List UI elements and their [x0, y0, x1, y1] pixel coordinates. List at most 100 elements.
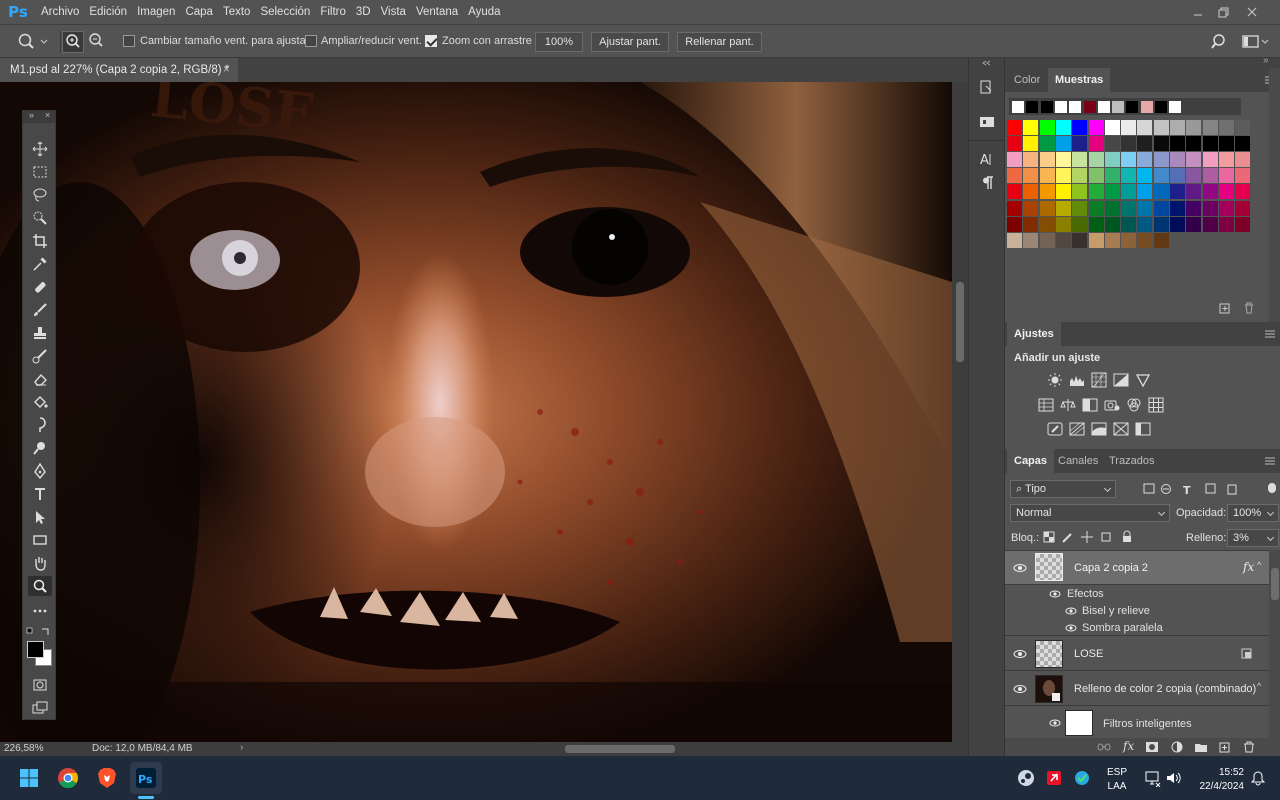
color-swatch[interactable] [1121, 232, 1137, 248]
color-swatch[interactable] [1007, 200, 1022, 216]
color-swatch[interactable] [1186, 136, 1202, 152]
color-lookup-icon[interactable] [1148, 397, 1164, 413]
color-swatch[interactable] [1055, 120, 1071, 135]
color-swatch[interactable] [1039, 184, 1055, 200]
menu-seleccion[interactable]: Selección [255, 0, 315, 24]
swatches-scrollbar[interactable] [1269, 68, 1280, 322]
drop-shadow-eye-icon[interactable] [1065, 622, 1077, 634]
tab-ajustes[interactable]: Ajustes [1007, 322, 1061, 346]
color-swatch[interactable] [1121, 136, 1137, 152]
add-mask-icon[interactable] [1145, 741, 1159, 753]
color-swatch[interactable] [1153, 184, 1169, 200]
black-white-icon[interactable] [1082, 397, 1098, 413]
color-swatch[interactable] [1235, 168, 1251, 184]
color-swatch[interactable] [1072, 232, 1088, 248]
invert-icon[interactable] [1047, 421, 1063, 437]
color-swatch[interactable] [1055, 184, 1071, 200]
color-swatch[interactable] [1104, 232, 1120, 248]
color-swatch[interactable] [1072, 120, 1088, 135]
color-swatch[interactable] [1235, 216, 1251, 232]
color-swatch[interactable] [1007, 168, 1022, 184]
recent-swatch[interactable] [1054, 101, 1067, 113]
color-swatch[interactable] [1072, 184, 1088, 200]
healing-brush-tool-icon[interactable] [28, 277, 52, 297]
color-swatch[interactable] [1039, 216, 1055, 232]
color-swatch[interactable] [1023, 184, 1039, 200]
close-window-icon[interactable] [1240, 0, 1264, 24]
color-swatch[interactable] [1039, 120, 1055, 135]
collapse-toolbox-icon[interactable]: » [29, 110, 34, 120]
close-toolbox-icon[interactable]: × [45, 110, 50, 120]
color-swatch[interactable] [1121, 168, 1137, 184]
color-swatch[interactable] [1202, 152, 1218, 168]
visibility-eye-icon[interactable] [1013, 682, 1027, 696]
zoom-all-windows-checkbox[interactable] [305, 35, 317, 47]
color-swatch[interactable] [1170, 216, 1185, 232]
search-icon[interactable] [1210, 32, 1230, 52]
notifications-icon[interactable] [1242, 762, 1274, 794]
color-swatch[interactable] [1235, 200, 1251, 216]
pen-tool-icon[interactable] [28, 461, 52, 481]
color-swatch[interactable] [1104, 184, 1120, 200]
levels-icon[interactable] [1069, 372, 1085, 388]
color-swatch[interactable] [1104, 200, 1120, 216]
posterize-icon[interactable] [1069, 421, 1085, 437]
restore-icon[interactable] [1211, 0, 1235, 24]
properties-panel-icon[interactable] [978, 112, 996, 132]
layers-scrollbar[interactable] [1269, 550, 1280, 740]
channel-mixer-icon[interactable] [1126, 397, 1142, 413]
color-swatch[interactable] [1007, 120, 1022, 135]
exposure-icon[interactable] [1113, 372, 1129, 388]
layers-scroll-thumb[interactable] [1271, 568, 1279, 600]
menu-ayuda[interactable]: Ayuda [463, 0, 505, 24]
color-swatch[interactable] [1170, 168, 1185, 184]
color-swatch[interactable] [1170, 200, 1185, 216]
close-tab-icon[interactable]: × [223, 58, 230, 82]
menu-3d[interactable]: 3D [351, 0, 376, 24]
collapse-filters-icon[interactable]: ^ [1257, 681, 1261, 691]
color-swatch[interactable] [1218, 152, 1234, 168]
color-swatch[interactable] [1235, 136, 1251, 152]
status-arrow-icon[interactable]: › [240, 742, 243, 753]
new-adjustment-layer-icon[interactable] [1170, 741, 1184, 753]
recent-swatch[interactable] [1069, 101, 1082, 113]
fit-screen-button[interactable]: Ajustar pant. [591, 32, 669, 52]
history-brush-tool-icon[interactable] [28, 346, 52, 366]
photo-filter-icon[interactable] [1104, 397, 1120, 413]
color-swatch[interactable] [1023, 136, 1039, 152]
color-swatch[interactable] [1088, 120, 1104, 135]
color-swatch[interactable] [1023, 232, 1039, 248]
effects-eye-icon[interactable] [1049, 588, 1061, 600]
color-swatch[interactable] [1055, 216, 1071, 232]
type-tool-icon[interactable] [28, 484, 52, 504]
layer-filter-dropdown[interactable]: ⌕ Tipo [1010, 480, 1116, 498]
color-balance-icon[interactable] [1060, 397, 1076, 413]
menu-imagen[interactable]: Imagen [132, 0, 180, 24]
color-swatch[interactable] [1023, 168, 1039, 184]
document-tab[interactable]: M1.psd al 227% (Capa 2 copia 2, RGB/8) *… [0, 58, 238, 82]
color-swatch[interactable] [1153, 232, 1169, 248]
layers-panel-menu-icon[interactable] [1265, 456, 1275, 466]
link-layers-icon[interactable] [1097, 741, 1111, 753]
color-swatch[interactable] [1218, 120, 1234, 135]
color-swatch[interactable] [1088, 216, 1104, 232]
recent-swatch[interactable] [1026, 101, 1039, 113]
color-swatch[interactable] [1055, 232, 1071, 248]
color-swatch[interactable] [1023, 216, 1039, 232]
color-swatch[interactable] [1104, 152, 1120, 168]
color-swatch[interactable] [1170, 184, 1185, 200]
menu-ventana[interactable]: Ventana [411, 0, 463, 24]
selective-color-icon[interactable] [1113, 421, 1129, 437]
color-swatch[interactable] [1072, 152, 1088, 168]
tab-capas[interactable]: Capas [1007, 449, 1055, 473]
resize-windows-checkbox[interactable] [123, 35, 135, 47]
threshold-icon[interactable] [1091, 421, 1107, 437]
new-swatch-icon[interactable] [1219, 302, 1231, 314]
color-swatch[interactable] [1218, 200, 1234, 216]
color-swatch[interactable] [1170, 152, 1185, 168]
color-swatch[interactable] [1137, 120, 1153, 135]
color-swatch[interactable] [1023, 120, 1039, 135]
tab-muestras[interactable]: Muestras [1048, 68, 1111, 92]
color-swatch[interactable] [1153, 152, 1169, 168]
photoshop-taskbar-icon[interactable]: Ps [130, 762, 162, 794]
